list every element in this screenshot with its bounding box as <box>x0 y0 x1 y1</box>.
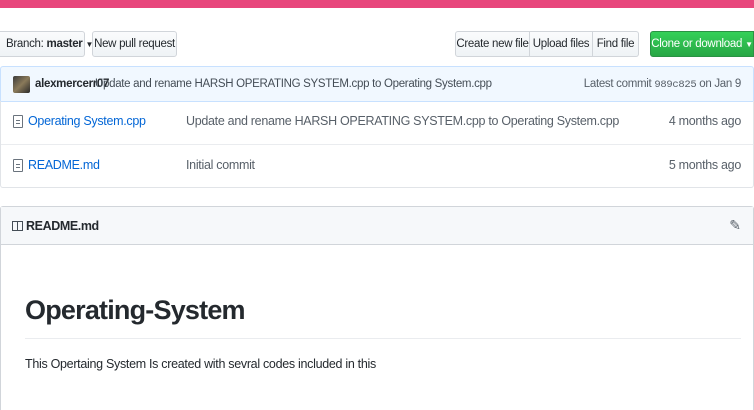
latest-commit-bar: alexmercerr07 Update and rename HARSH OP… <box>0 66 754 102</box>
readme-paragraph: This Opertaing System Is created with se… <box>25 357 376 371</box>
clone-or-download-button[interactable]: Clone or download ▼ <box>650 31 754 57</box>
file-name-link[interactable]: README.md <box>28 158 100 172</box>
avatar[interactable] <box>13 76 30 93</box>
file-list: Operating System.cpp Update and rename H… <box>0 101 754 188</box>
file-name-link[interactable]: Operating System.cpp <box>28 114 146 128</box>
branch-name: master <box>46 38 83 50</box>
file-commit-message[interactable]: Update and rename HARSH OPERATING SYSTEM… <box>186 114 619 128</box>
file-age: 5 months ago <box>668 158 741 172</box>
commit-message[interactable]: Update and rename HARSH OPERATING SYSTEM… <box>95 78 492 90</box>
readme-heading: Operating-System <box>25 295 741 339</box>
branch-prefix: Branch: <box>6 38 44 50</box>
branch-select-button[interactable]: Branch: master ▼ <box>0 31 93 57</box>
file-actions-group: Create new file Upload files Find file <box>455 31 639 57</box>
readme-header: README.md ✎ <box>1 207 753 245</box>
clone-label: Clone or download <box>651 38 743 50</box>
table-row: Operating System.cpp Update and rename H… <box>1 101 753 144</box>
commit-sha[interactable]: 989c825 <box>654 79 696 91</box>
caret-down-icon: ▼ <box>745 39 753 49</box>
latest-commit-prefix: Latest commit <box>583 78 652 90</box>
new-pull-request-button[interactable]: New pull request <box>92 31 177 57</box>
pencil-icon[interactable]: ✎ <box>729 218 741 232</box>
find-file-button[interactable]: Find file <box>593 31 639 57</box>
file-commit-message[interactable]: Initial commit <box>186 158 255 172</box>
header-accent-bar <box>0 0 754 8</box>
file-icon <box>13 159 23 172</box>
create-new-file-button[interactable]: Create new file <box>455 31 530 57</box>
commit-date: on Jan 9 <box>699 78 741 90</box>
book-icon <box>12 221 23 231</box>
readme-title: README.md <box>26 219 99 233</box>
readme-panel: README.md ✎ Operating-System This Operta… <box>0 206 754 410</box>
file-age: 4 months ago <box>668 114 741 128</box>
upload-files-button[interactable]: Upload files <box>530 31 593 57</box>
table-row: README.md Initial commit 5 months ago <box>1 144 753 187</box>
latest-commit-info: Latest commit 989c825 on Jan 9 <box>583 78 742 91</box>
file-icon <box>13 115 23 128</box>
